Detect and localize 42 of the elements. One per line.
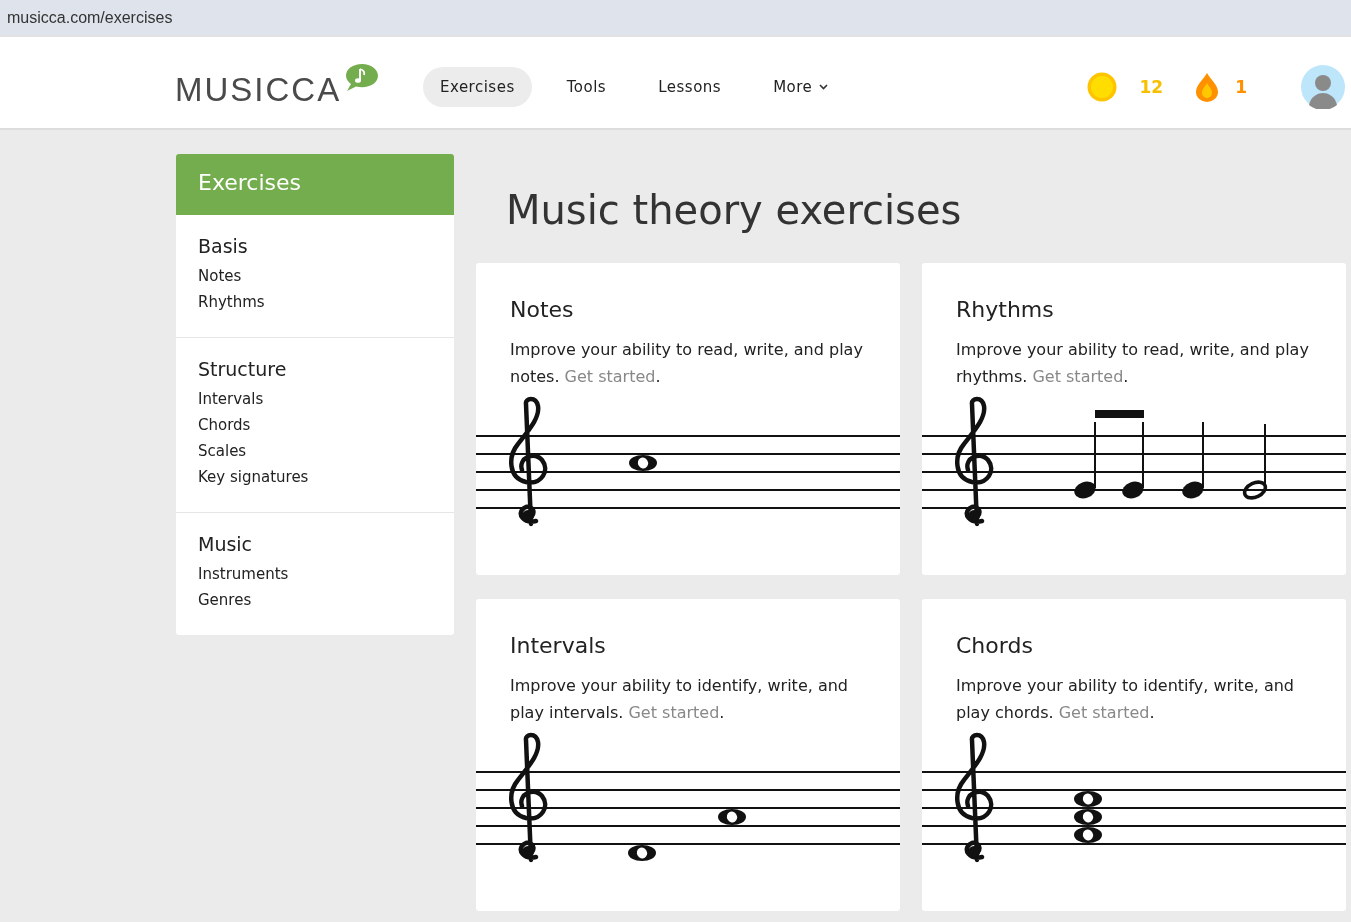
nav-tab[interactable]: More [756, 66, 846, 107]
get-started-link[interactable]: Get started [1032, 367, 1124, 386]
sidebar-heading: Music [198, 533, 254, 555]
sidebar-link[interactable]: Key signatures [198, 464, 432, 490]
exercise-card[interactable]: Rhythms Improve your ability to read, write, and play rhythms. Get started. [922, 263, 1346, 575]
sidebar-link[interactable]: Notes [198, 263, 432, 289]
nav-tab[interactable]: Exercises [423, 66, 532, 107]
caret-icon [819, 83, 829, 90]
card-title: Rhythms [956, 297, 1055, 322]
nav-tab[interactable]: Lessons [641, 66, 739, 107]
get-started-link[interactable]: Get started [1058, 703, 1150, 722]
speech-bubble-note-icon [345, 62, 380, 93]
sidebar-heading: Basis [198, 235, 249, 257]
exercise-card[interactable]: Intervals Improve your ability to identify, write, and play intervals. Get started. [476, 599, 900, 911]
coin-count: 12 [1139, 76, 1164, 97]
streak-count: 1 [1235, 76, 1247, 97]
sidebar-heading: Structure [198, 358, 288, 380]
exercise-card[interactable]: Chords Improve your ability to identify, write, and play chords. Get started. [922, 599, 1346, 911]
flame-icon [1195, 71, 1220, 102]
sidebar-link[interactable]: Genres [198, 587, 432, 613]
sidebar-link[interactable]: Scales [198, 438, 432, 464]
coin-icon [1087, 71, 1118, 102]
get-started-link[interactable]: Get started [628, 703, 720, 722]
card-description: Improve your ability to read, write, and play rhythms. Get started. [956, 339, 1310, 388]
card-title: Intervals [510, 633, 607, 658]
address-bar[interactable]: musicca.com/exercises [0, 0, 1351, 45]
sidebar-link[interactable]: Intervals [198, 386, 432, 412]
nav-tab[interactable]: Tools [549, 66, 624, 107]
card-title: Notes [510, 297, 575, 322]
sidebar-link[interactable]: Rhythms [198, 289, 432, 315]
logo-text[interactable]: MUSICCA [175, 70, 342, 109]
sidebar-link[interactable]: Chords [198, 412, 432, 438]
card-title: Chords [956, 633, 1034, 658]
page-title: Music theory exercises [506, 187, 963, 233]
card-description: Improve your ability to read, write, and play notes. Get started. [510, 339, 864, 388]
exercise-card[interactable]: Notes Improve your ability to read, write, and play notes. Get started. [476, 263, 900, 575]
avatar-icon[interactable] [1301, 64, 1345, 109]
get-started-link[interactable]: Get started [564, 367, 656, 386]
sidebar-link[interactable]: Instruments [198, 561, 432, 587]
card-description: Improve your ability to identify, write, and play intervals. Get started. [510, 675, 849, 724]
card-description: Improve your ability to identify, write, and play chords. Get started. [956, 675, 1295, 724]
sidebar-title: Exercises [176, 154, 454, 215]
